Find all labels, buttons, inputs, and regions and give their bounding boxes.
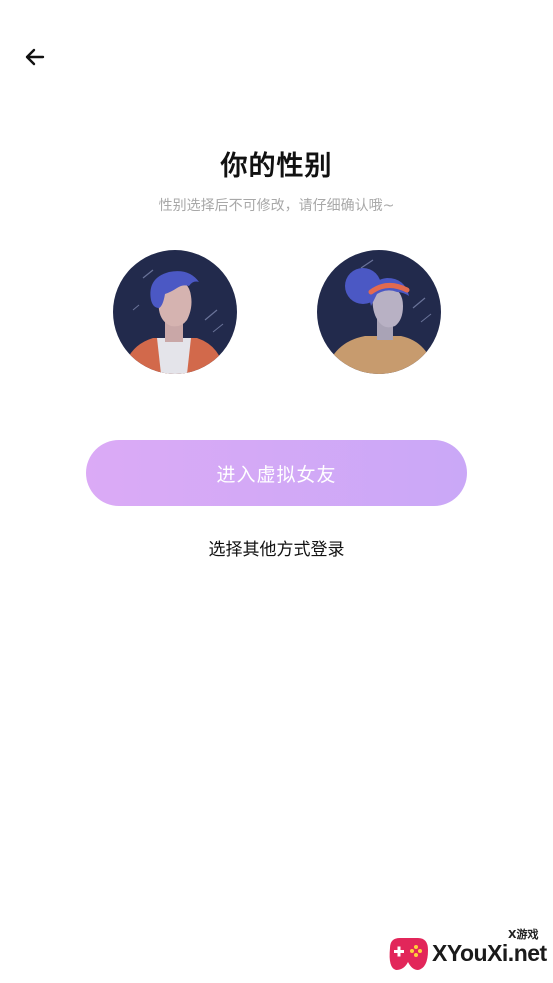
female-avatar-icon xyxy=(317,250,441,374)
other-login-link[interactable]: 选择其他方式登录 xyxy=(0,535,553,560)
gamepad-logo-icon xyxy=(389,938,428,970)
back-button[interactable] xyxy=(18,40,52,74)
arrow-left-icon xyxy=(25,48,45,66)
enter-button[interactable]: 进入虚拟女友 xyxy=(86,440,467,506)
gender-select-screen: 你的性别 性别选择后不可修改，请仔细确认哦~ 进入虚拟女友 选择其他方式登录 X… xyxy=(0,0,553,983)
male-avatar-icon xyxy=(113,250,237,374)
page-subtitle: 性别选择后不可修改，请仔细确认哦~ xyxy=(158,198,395,214)
female-avatar-button[interactable] xyxy=(317,250,441,374)
watermark: X游戏 XYouXi.net xyxy=(380,922,548,978)
male-avatar-button[interactable] xyxy=(113,250,237,374)
page-title: 你的性别 xyxy=(220,151,333,182)
watermark-main-text: XYouXi.net xyxy=(432,940,547,966)
